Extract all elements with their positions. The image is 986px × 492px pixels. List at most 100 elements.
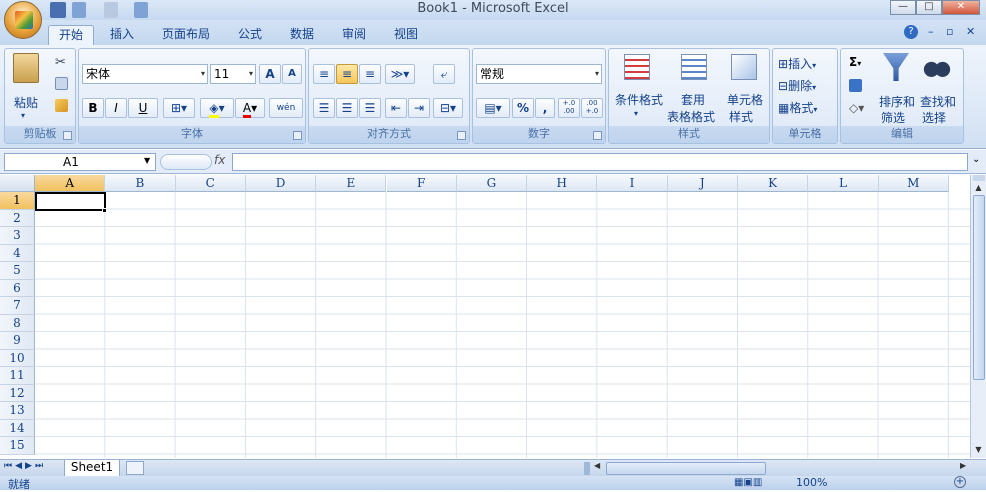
font-launcher-icon[interactable]	[293, 131, 302, 140]
shrink-font-button[interactable]: A	[282, 64, 302, 84]
scroll-up-icon[interactable]: ▲	[972, 183, 985, 193]
row-header[interactable]: 3	[0, 227, 35, 245]
row-header[interactable]: 6	[0, 279, 35, 297]
row-header[interactable]: 15	[0, 437, 35, 455]
find-select-label-1[interactable]: 查找和	[920, 93, 956, 110]
copy-icon[interactable]	[55, 77, 68, 90]
zoom-level[interactable]: 100%	[796, 476, 827, 489]
row-header[interactable]: 4	[0, 244, 35, 262]
column-header[interactable]: G	[456, 175, 528, 192]
row-header[interactable]: 8	[0, 314, 35, 332]
insert-function-button[interactable]: fx	[214, 153, 225, 167]
row-header[interactable]: 12	[0, 384, 35, 402]
paste-icon[interactable]	[13, 53, 39, 83]
decrease-indent-button[interactable]: ⇤	[385, 98, 407, 118]
column-header[interactable]: J	[667, 175, 738, 192]
row-header[interactable]: 1	[0, 192, 35, 210]
column-header[interactable]: A	[35, 175, 106, 192]
help-icon[interactable]: ?	[904, 25, 918, 39]
row-header[interactable]: 10	[0, 349, 35, 367]
column-header[interactable]: B	[105, 175, 176, 192]
zoom-in-icon[interactable]: +	[954, 476, 966, 488]
row-header[interactable]: 14	[0, 419, 35, 437]
percent-button[interactable]: %	[512, 98, 534, 118]
align-left-button[interactable]: ☰	[313, 98, 335, 118]
borders-button[interactable]: ⊞▾	[163, 98, 195, 118]
workbook-close-icon[interactable]: ✕	[966, 25, 975, 38]
scroll-left-icon[interactable]: ◀	[594, 461, 600, 470]
column-header[interactable]: D	[245, 175, 317, 192]
expand-formula-bar-icon[interactable]: ⌄	[972, 154, 980, 165]
fill-color-button[interactable]: ◈▾	[200, 98, 234, 118]
comma-button[interactable]: ,	[535, 98, 555, 118]
office-button[interactable]	[4, 1, 42, 39]
orientation-button[interactable]: ≫▾	[385, 64, 415, 84]
delete-cells-button[interactable]: ⊟删除▾	[778, 77, 816, 94]
tab-page-layout[interactable]: 页面布局	[150, 25, 222, 46]
grow-font-button[interactable]: A	[259, 64, 281, 84]
paste-button[interactable]: 粘贴	[14, 94, 38, 111]
column-header[interactable]: M	[878, 175, 949, 192]
row-header[interactable]: 5	[0, 262, 35, 280]
cell-styles-icon[interactable]	[731, 54, 757, 80]
insert-cells-button[interactable]: ⊞插入▾	[778, 55, 816, 72]
row-header[interactable]: 9	[0, 332, 35, 350]
increase-decimal-button[interactable]: +.0 .00	[558, 98, 580, 118]
row-header[interactable]: 2	[0, 209, 35, 227]
column-header[interactable]: I	[597, 175, 668, 192]
increase-indent-button[interactable]: ⇥	[408, 98, 430, 118]
align-right-button[interactable]: ☰	[359, 98, 381, 118]
row-header[interactable]: 7	[0, 297, 35, 315]
merge-center-button[interactable]: ⊟▾	[433, 98, 463, 118]
decrease-decimal-button[interactable]: .00 +.0	[581, 98, 603, 118]
formula-input[interactable]	[232, 153, 968, 171]
tab-review[interactable]: 审阅	[332, 25, 376, 46]
tab-view[interactable]: 视图	[384, 25, 428, 46]
tab-data[interactable]: 数据	[280, 25, 324, 46]
find-select-label-2[interactable]: 选择	[922, 109, 946, 126]
fill-icon[interactable]	[849, 79, 862, 92]
formula-expand-handle[interactable]	[160, 154, 212, 170]
select-all-corner[interactable]	[0, 175, 35, 192]
wrap-text-button[interactable]: ⤶	[433, 64, 455, 84]
sheet-tab-sheet1[interactable]: Sheet1	[64, 460, 120, 477]
name-box[interactable]: A1	[4, 153, 156, 171]
find-select-icon[interactable]	[923, 55, 951, 79]
number-format-combo[interactable]: 常规 ▾	[476, 64, 602, 84]
paste-dropdown-icon[interactable]: ▾	[21, 111, 25, 120]
column-header[interactable]: K	[738, 175, 809, 192]
tab-insert[interactable]: 插入	[100, 25, 144, 46]
column-header[interactable]: C	[175, 175, 246, 192]
conditional-formatting-icon[interactable]	[624, 54, 650, 80]
bold-button[interactable]: B	[82, 98, 104, 118]
active-cell[interactable]	[35, 192, 106, 211]
column-header[interactable]: L	[808, 175, 879, 192]
conditional-formatting-button[interactable]: 条件格式	[615, 91, 663, 108]
format-cells-button[interactable]: ▦格式▾	[778, 99, 817, 116]
font-color-button[interactable]: A▾	[235, 98, 265, 118]
alignment-launcher-icon[interactable]	[457, 131, 466, 140]
scroll-down-icon[interactable]: ▼	[972, 445, 985, 455]
worksheet-grid[interactable]: A B C D E F G H I J K L M 1 2 3 4 5 6 7 8 9 10 11 12 13 14 15	[0, 175, 970, 458]
minimize-button[interactable]: —	[890, 0, 916, 15]
sheet-nav-icons[interactable]: ⏮◀▶⏭	[4, 461, 46, 471]
name-box-dropdown-icon[interactable]: ▼	[144, 156, 150, 165]
insert-sheet-icon[interactable]	[126, 461, 144, 475]
horizontal-scroll-thumb[interactable]	[606, 462, 766, 475]
sort-filter-icon[interactable]	[883, 53, 909, 81]
vertical-scrollbar[interactable]: ▲ ▼	[970, 175, 986, 458]
cell-styles-label-2[interactable]: 样式	[729, 108, 753, 125]
maximize-button[interactable]: □	[916, 0, 942, 15]
align-top-button[interactable]: ≡	[313, 64, 335, 84]
cut-icon[interactable]: ✂	[55, 55, 66, 70]
underline-button[interactable]: U	[128, 98, 158, 118]
ribbon-minimize-icon[interactable]: –	[928, 25, 934, 38]
format-as-table-label-1[interactable]: 套用	[681, 91, 705, 108]
clear-icon[interactable]: ◇▾	[849, 101, 864, 115]
view-buttons[interactable]: ▦▣▥	[734, 477, 762, 488]
autosum-button[interactable]: Σ▾	[849, 55, 861, 69]
tab-formulas[interactable]: 公式	[228, 25, 272, 46]
format-as-table-label-2[interactable]: 表格格式	[667, 108, 715, 125]
tab-split-handle[interactable]	[584, 462, 590, 475]
ribbon-restore-icon[interactable]: ▫	[946, 25, 953, 38]
